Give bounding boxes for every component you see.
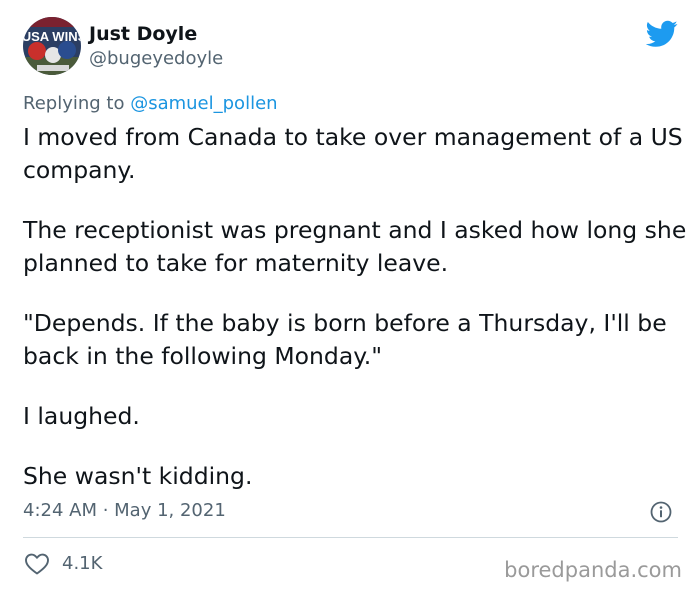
twitter-bird-icon[interactable]: [645, 20, 678, 48]
watermark: boredpanda.com: [504, 558, 682, 582]
like-count[interactable]: 4.1K: [62, 552, 102, 576]
tweet-paragraph: I laughed.: [23, 402, 140, 430]
tweet-card: USA WINS Just Doyle @bugeyedoyle Replyin…: [0, 0, 700, 592]
author-handle[interactable]: @bugeyedoyle: [89, 47, 223, 71]
tweet-paragraph: She wasn't kidding.: [23, 462, 253, 490]
tweet-text: I moved from Canada to take over managem…: [23, 121, 688, 493]
replying-to: Replying to @samuel_pollen: [23, 92, 278, 116]
reply-mention-link[interactable]: @samuel_pollen: [130, 93, 277, 114]
author-name[interactable]: Just Doyle: [89, 22, 197, 46]
tweet-paragraph: The receptionist was pregnant and I aske…: [23, 216, 687, 277]
heart-icon[interactable]: [24, 552, 50, 576]
tweet-timestamp[interactable]: 4:24 AM · May 1, 2021: [23, 499, 226, 523]
replying-to-label: Replying to: [23, 93, 131, 114]
avatar-text: USA WINS: [23, 29, 81, 44]
info-icon[interactable]: [649, 500, 673, 524]
tweet-paragraph: "Depends. If the baby is born before a T…: [23, 309, 667, 370]
tweet-paragraph: I moved from Canada to take over managem…: [23, 123, 683, 184]
divider: [23, 537, 678, 538]
avatar[interactable]: USA WINS: [23, 17, 81, 75]
